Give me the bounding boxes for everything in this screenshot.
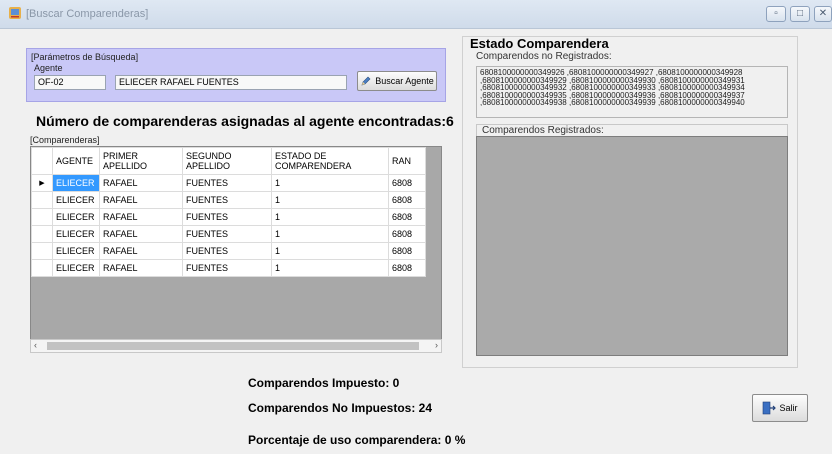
cell-primer-apellido[interactable]: RAFAEL — [99, 225, 183, 243]
col-header-agente[interactable]: AGENTE — [52, 147, 100, 175]
cell-estado[interactable]: 1 — [271, 208, 389, 226]
cell-agente-selected[interactable]: ELIECER — [52, 174, 100, 192]
current-row-indicator-icon[interactable]: ▶ — [31, 174, 53, 192]
no-registrados-label: Comparendos no Registrados: — [476, 51, 612, 62]
row-header[interactable] — [31, 191, 53, 209]
cell-primer-apellido[interactable]: RAFAEL — [99, 259, 183, 277]
agent-code-field[interactable]: OF-02 — [34, 75, 106, 90]
col-header-primer-apellido[interactable]: PRIMER APELLIDO — [99, 147, 183, 175]
cell-segundo-apellido[interactable]: FUENTES — [182, 174, 272, 192]
cell-segundo-apellido[interactable]: FUENTES — [182, 208, 272, 226]
horizontal-scrollbar[interactable]: ‹ › — [30, 339, 442, 353]
cell-ran[interactable]: 6808 — [388, 259, 426, 277]
row-header-corner — [31, 147, 53, 175]
search-agent-button[interactable]: Buscar Agente — [357, 71, 437, 91]
cell-estado[interactable]: 1 — [271, 259, 389, 277]
close-icon: ✕ — [818, 8, 828, 19]
params-legend: [Parámetros de Búsqueda] — [31, 52, 139, 62]
estado-title: Estado Comparendera — [470, 36, 609, 51]
cell-agente[interactable]: ELIECER — [52, 191, 100, 209]
close-button[interactable]: ✕ — [814, 6, 832, 22]
pencil-icon — [361, 76, 371, 86]
agent-name-field[interactable]: ELIECER RAFAEL FUENTES — [115, 75, 347, 90]
minimize-button[interactable]: ▫ — [766, 6, 786, 22]
maximize-button[interactable]: □ — [790, 6, 810, 22]
comparendos-no-impuestos: Comparendos No Impuestos: 24 — [248, 401, 433, 415]
cell-estado[interactable]: 1 — [271, 242, 389, 260]
window-title: [Buscar Comparenderas] — [26, 8, 149, 20]
exit-button[interactable]: Salir — [752, 394, 808, 422]
maximize-icon: □ — [796, 8, 804, 19]
assigned-count-heading: Número de comparenderas asignadas al age… — [36, 113, 454, 129]
row-header[interactable] — [31, 208, 53, 226]
porcentaje-uso: Porcentaje de uso comparendera: 0 % — [248, 433, 466, 447]
cell-segundo-apellido[interactable]: FUENTES — [182, 191, 272, 209]
app-icon — [9, 7, 21, 19]
no-registrados-list[interactable]: 6808100000000349926 ,6808100000000349927… — [476, 66, 788, 118]
cell-ran[interactable]: 6808 — [388, 174, 426, 192]
minimize-icon: ▫ — [774, 8, 778, 19]
search-params-panel: [Parámetros de Búsqueda] Agente OF-02 EL… — [26, 48, 446, 102]
cell-agente[interactable]: ELIECER — [52, 242, 100, 260]
grid-legend: [Comparenderas] — [30, 135, 100, 145]
col-header-ran[interactable]: RAN — [388, 147, 426, 175]
cell-estado[interactable]: 1 — [271, 191, 389, 209]
row-header[interactable] — [31, 225, 53, 243]
registrados-list[interactable] — [476, 136, 788, 356]
cell-ran[interactable]: 6808 — [388, 191, 426, 209]
cell-primer-apellido[interactable]: RAFAEL — [99, 242, 183, 260]
table-row[interactable]: ELIECER RAFAEL FUENTES 1 6808 — [31, 225, 426, 243]
row-header[interactable] — [31, 259, 53, 277]
cell-ran[interactable]: 6808 — [388, 208, 426, 226]
agent-label: Agente — [34, 63, 63, 73]
cell-primer-apellido[interactable]: RAFAEL — [99, 174, 183, 192]
cell-ran[interactable]: 6808 — [388, 225, 426, 243]
cell-estado[interactable]: 1 — [271, 174, 389, 192]
comparendos-impuesto: Comparendos Impuesto: 0 — [248, 376, 400, 390]
exit-label: Salir — [779, 403, 798, 413]
cell-segundo-apellido[interactable]: FUENTES — [182, 225, 272, 243]
table-row[interactable]: ELIECER RAFAEL FUENTES 1 6808 — [31, 259, 426, 277]
scroll-left-icon[interactable]: ‹ — [34, 340, 37, 350]
cell-agente[interactable]: ELIECER — [52, 259, 100, 277]
search-agent-label: Buscar Agente — [375, 76, 434, 86]
no-registrados-line: ,6808100000000349938 ,680810000000034993… — [480, 98, 745, 107]
cell-segundo-apellido[interactable]: FUENTES — [182, 242, 272, 260]
col-header-estado[interactable]: ESTADO DE COMPARENDERA — [271, 147, 389, 175]
table-row[interactable]: ▶ ELIECER RAFAEL FUENTES 1 6808 — [31, 174, 426, 192]
cell-primer-apellido[interactable]: RAFAEL — [99, 191, 183, 209]
scroll-right-icon[interactable]: › — [435, 340, 438, 350]
row-header[interactable] — [31, 242, 53, 260]
cell-segundo-apellido[interactable]: FUENTES — [182, 259, 272, 277]
cell-agente[interactable]: ELIECER — [52, 225, 100, 243]
table-row[interactable]: ELIECER RAFAEL FUENTES 1 6808 — [31, 191, 426, 209]
scrollbar-thumb[interactable] — [47, 342, 419, 350]
title-bar: [Buscar Comparenderas] ▫ □ ✕ — [0, 0, 832, 29]
table-row[interactable]: ELIECER RAFAEL FUENTES 1 6808 — [31, 208, 426, 226]
registrados-label: Comparendos Registrados: — [482, 125, 604, 136]
table-row[interactable]: ELIECER RAFAEL FUENTES 1 6808 — [31, 242, 426, 260]
cell-estado[interactable]: 1 — [271, 225, 389, 243]
comparenderas-grid[interactable]: AGENTE PRIMER APELLIDO SEGUNDO APELLIDO … — [30, 146, 442, 352]
cell-agente[interactable]: ELIECER — [52, 208, 100, 226]
exit-door-icon — [763, 401, 777, 415]
grid-header-row: AGENTE PRIMER APELLIDO SEGUNDO APELLIDO … — [31, 147, 426, 175]
cell-primer-apellido[interactable]: RAFAEL — [99, 208, 183, 226]
cell-ran[interactable]: 6808 — [388, 242, 426, 260]
grid-table: AGENTE PRIMER APELLIDO SEGUNDO APELLIDO … — [31, 147, 426, 277]
col-header-segundo-apellido[interactable]: SEGUNDO APELLIDO — [182, 147, 272, 175]
